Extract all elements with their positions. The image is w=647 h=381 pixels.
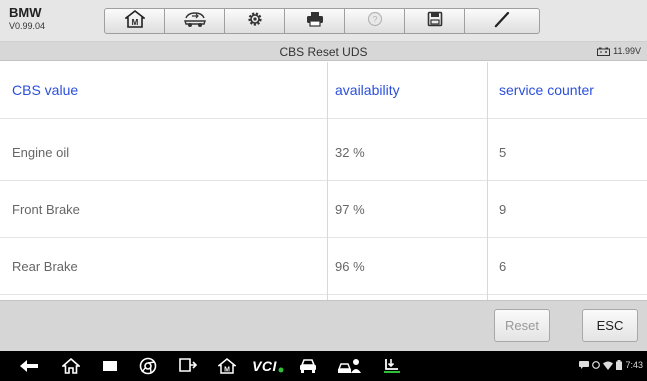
column-header-availability: availability	[335, 82, 400, 98]
esc-button[interactable]: ESC	[582, 309, 638, 342]
home-nav-icon	[62, 358, 80, 374]
reset-button[interactable]: Reset	[494, 309, 550, 342]
vehicle-swap-icon	[183, 10, 207, 33]
toolbar-buttons: M ?	[104, 8, 540, 34]
column-header-cbs-value: CBS value	[12, 82, 79, 98]
screenshot-icon	[179, 358, 198, 372]
svg-text:M: M	[131, 18, 138, 27]
screenshot-button[interactable]	[175, 356, 201, 376]
top-toolbar: BMW V0.99.04 M ?	[0, 0, 647, 42]
browser-button[interactable]	[135, 356, 161, 376]
vehicle-swap-button[interactable]	[164, 8, 225, 34]
remote-expert-icon	[337, 359, 361, 373]
cbs-value-cell: Rear Brake	[12, 258, 78, 274]
update-icon	[384, 359, 400, 373]
pen-icon	[493, 10, 511, 33]
version-label: V0.99.04	[9, 21, 46, 31]
chrome-icon	[139, 357, 157, 375]
cbs-value-cell: Front Brake	[12, 201, 80, 217]
help-button[interactable]: ?	[344, 8, 405, 34]
table-header-row: CBS value availability service counter	[0, 62, 647, 119]
car-icon	[300, 359, 316, 373]
save-icon	[427, 11, 443, 32]
home-nav-button[interactable]	[58, 356, 84, 376]
status-area: 7:43	[579, 360, 643, 370]
column-divider	[487, 62, 488, 300]
back-button[interactable]	[16, 356, 42, 376]
diagnostics-home-button[interactable]: M	[214, 356, 240, 376]
settings-icon	[246, 10, 264, 33]
home-icon: M	[123, 9, 146, 33]
svg-text:M: M	[224, 367, 230, 374]
title-bar: CBS Reset UDS 11.99V	[0, 42, 647, 61]
battery-voltage: 11.99V	[597, 46, 641, 56]
availability-cell: 96 %	[335, 258, 365, 274]
svg-text:?: ?	[372, 14, 377, 24]
vci-label: VCI	[252, 358, 277, 374]
cbs-table: CBS value availability service counter E…	[0, 62, 647, 300]
service-counter-cell: 5	[499, 144, 507, 160]
save-button[interactable]	[404, 8, 465, 34]
battery-icon	[597, 47, 611, 56]
cbs-value-cell: Engine oil	[12, 144, 70, 160]
availability-cell: 97 %	[335, 201, 365, 217]
print-button[interactable]	[284, 8, 345, 34]
service-counter-cell: 6	[499, 258, 507, 274]
help-icon: ?	[367, 11, 383, 32]
service-counter-cell: 9	[499, 201, 507, 217]
wifi-icon	[603, 361, 614, 370]
battery-status-icon	[616, 360, 623, 370]
home-button[interactable]: M	[104, 8, 165, 34]
availability-cell: 32 %	[335, 144, 365, 160]
column-divider	[327, 62, 328, 300]
car-button[interactable]	[295, 356, 321, 376]
notification-icon	[592, 361, 601, 369]
page-title: CBS Reset UDS	[279, 45, 368, 59]
table-row[interactable]: Rear Brake 96 % 6	[0, 238, 647, 295]
system-nav-bar: M VCI 7:43	[0, 351, 647, 381]
battery-voltage-value: 11.99V	[613, 46, 641, 56]
back-icon	[20, 360, 38, 372]
column-header-service-counter: service counter	[499, 82, 594, 98]
settings-button[interactable]	[224, 8, 285, 34]
remote-expert-button[interactable]	[335, 356, 365, 376]
action-bar: Reset ESC	[0, 300, 647, 351]
update-button[interactable]	[379, 356, 405, 376]
brand: BMW V0.99.04	[9, 6, 45, 32]
diagnostics-home-icon: M	[218, 358, 236, 374]
table-row[interactable]: Front Brake 97 % 9	[0, 181, 647, 238]
pen-button[interactable]	[464, 8, 540, 34]
vci-button[interactable]: VCI	[251, 356, 285, 376]
print-icon	[306, 11, 324, 32]
brand-name: BMW	[9, 5, 42, 20]
recent-apps-button[interactable]	[97, 356, 123, 376]
recent-apps-icon	[103, 361, 117, 371]
message-icon	[579, 361, 590, 369]
table-row[interactable]: Engine oil 32 % 5	[0, 124, 647, 181]
vci-status-dot-icon	[278, 367, 284, 373]
clock: 7:43	[625, 360, 643, 370]
